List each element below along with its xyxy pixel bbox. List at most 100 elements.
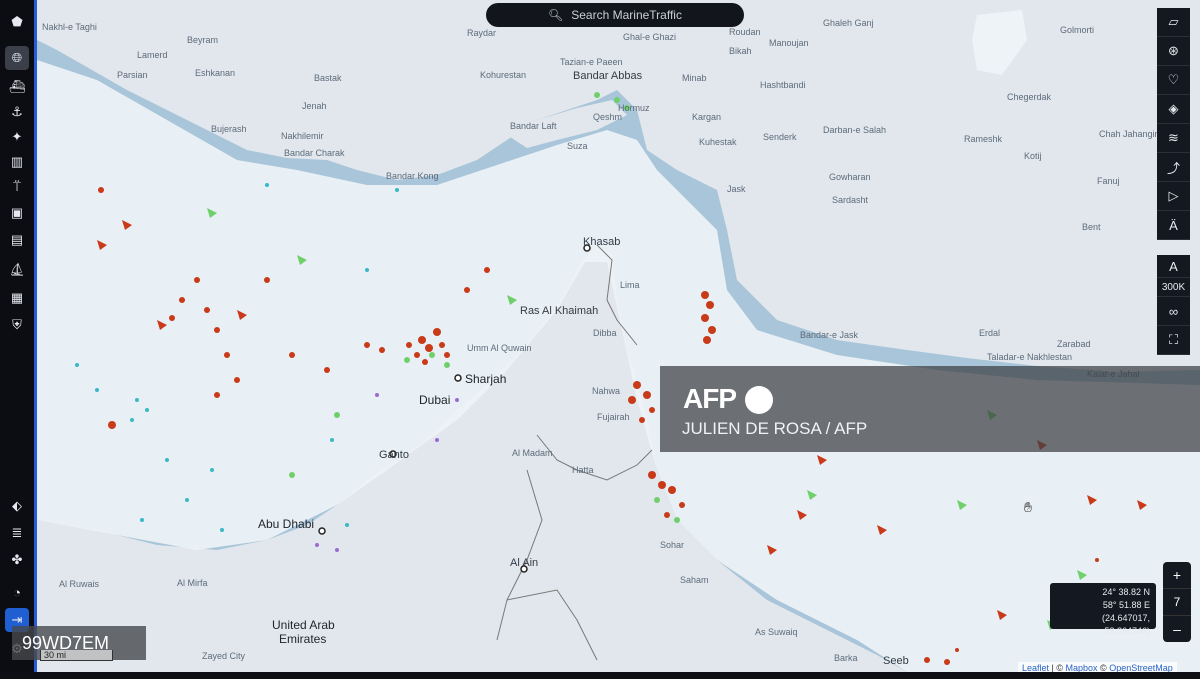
place-label: Al Ain bbox=[510, 557, 539, 569]
place-label: Eshkanan bbox=[195, 68, 236, 78]
place-label: Bandar-e Jask bbox=[800, 330, 859, 340]
place-label: Seeb bbox=[883, 655, 909, 667]
news-icon[interactable]: ▤ bbox=[5, 228, 29, 252]
place-label: Sohar bbox=[660, 540, 685, 550]
tag-icon[interactable]: ⬖ bbox=[5, 494, 29, 518]
ship-icon[interactable]: ⛴︎ bbox=[5, 75, 29, 99]
latitude: 24° 38.82 N bbox=[1102, 587, 1150, 597]
place-label: Qeshm bbox=[593, 112, 623, 122]
place-label: Rameshk bbox=[964, 134, 1003, 144]
place-label: Nakhl-e Taghi bbox=[42, 22, 97, 32]
place-label: Umm Al Quwain bbox=[467, 343, 532, 353]
place-label: Tazian-e Paeen bbox=[560, 57, 623, 67]
place-label: Jenah bbox=[302, 101, 327, 111]
place-label: Bujerash bbox=[211, 124, 247, 134]
vessel-icon[interactable]: ⛵︎ bbox=[5, 258, 29, 282]
place-label: Al Madam bbox=[512, 448, 553, 458]
place-label: Suza bbox=[567, 141, 588, 151]
place-label: Minab bbox=[682, 73, 707, 83]
place-label: Bandar Laft bbox=[510, 121, 557, 131]
map-icon[interactable]: ▱ bbox=[1157, 8, 1190, 37]
place-label: Beyram bbox=[187, 35, 219, 45]
place-label: As Suwaiq bbox=[755, 627, 798, 637]
place-label: Bandar Charak bbox=[284, 148, 345, 158]
place-label: Khasab bbox=[583, 236, 621, 248]
bell-icon[interactable]: ◔ bbox=[5, 580, 29, 604]
wind-icon[interactable]: ≋ bbox=[1157, 124, 1190, 153]
place-label: Ghal-e Ghazi bbox=[623, 32, 677, 42]
search-bar[interactable]: 🔍︎ Search MarineTraffic bbox=[486, 3, 744, 27]
zoom-in-button[interactable]: + bbox=[1163, 562, 1191, 588]
place-label: Nahwa bbox=[592, 386, 621, 396]
coordinate-readout: 24° 38.82 N 58° 51.88 E (24.647017, 58.8… bbox=[1050, 583, 1156, 636]
right-toolbar: ▱ ⊛ ♡ ◈ ≋ ⤴ ▷ Ä bbox=[1157, 8, 1190, 240]
place-label: Kargan bbox=[692, 112, 722, 122]
layers-venn-icon[interactable]: ⊛ bbox=[1157, 37, 1190, 66]
afp-logo-dot bbox=[745, 386, 773, 414]
place-label: Bastak bbox=[314, 73, 342, 83]
place-label: Golmorti bbox=[1060, 25, 1095, 35]
place-label: Chegerdak bbox=[1007, 92, 1052, 102]
place-label: Lima bbox=[620, 280, 640, 290]
logo-icon[interactable]: ⬟ bbox=[5, 10, 29, 34]
infinity-icon[interactable]: ∞ bbox=[1157, 297, 1190, 326]
place-label: Sardasht bbox=[832, 195, 869, 205]
place-label: Hormuz bbox=[618, 103, 650, 113]
place-label: Gowharan bbox=[829, 172, 871, 182]
place-label: Hatta bbox=[572, 465, 594, 475]
text-size-icon[interactable]: Ä bbox=[1157, 211, 1190, 240]
place-label: Kuhestak bbox=[699, 137, 737, 147]
shield-icon[interactable]: ⛨ bbox=[5, 313, 29, 337]
place-label: Dubai bbox=[419, 393, 451, 407]
place-label: Zarabad bbox=[1057, 339, 1091, 349]
place-label: Darban-e Salah bbox=[823, 125, 887, 135]
place-label: Bandar Abbas bbox=[573, 70, 643, 82]
place-label: Erdal bbox=[979, 328, 1001, 338]
search-placeholder: Search MarineTraffic bbox=[571, 8, 682, 22]
lighthouse-icon[interactable]: ✦ bbox=[5, 125, 29, 149]
zoom-control: + 7 – bbox=[1163, 562, 1191, 642]
place-label: Taladar-e Nakhlestan bbox=[987, 352, 1073, 362]
zoom-out-button[interactable]: – bbox=[1163, 616, 1191, 642]
image-icon[interactable]: ▣ bbox=[5, 201, 29, 225]
place-label: Saham bbox=[680, 575, 709, 585]
barcode-icon[interactable]: ▦ bbox=[5, 286, 29, 310]
place-label: Fanuj bbox=[1097, 176, 1120, 186]
bottom-bezel bbox=[0, 672, 1200, 679]
stack-icon[interactable]: ◈ bbox=[1157, 95, 1190, 124]
play-icon[interactable]: ▷ bbox=[1157, 182, 1190, 211]
anchor-icon[interactable]: ⚓︎ bbox=[5, 100, 29, 124]
place-label: Lamerd bbox=[137, 50, 168, 60]
place-label: Hashtbandi bbox=[760, 80, 806, 90]
place-label: Kohurestan bbox=[480, 70, 527, 80]
heart-icon[interactable]: ♡ bbox=[1157, 66, 1190, 95]
route-icon[interactable]: ⤴ bbox=[1157, 153, 1190, 182]
place-label: Jask bbox=[727, 184, 746, 194]
scale-value: 300K bbox=[1157, 278, 1190, 297]
network-icon[interactable]: ✤ bbox=[5, 548, 29, 572]
afp-logo: AFP bbox=[683, 383, 737, 414]
photo-credit: JULIEN DE ROSA / AFP bbox=[682, 419, 868, 438]
place-label: Raydar bbox=[467, 28, 497, 38]
place-label: Senderk bbox=[763, 132, 797, 142]
place-label: Bent bbox=[1082, 222, 1101, 232]
place-label: Kotij bbox=[1024, 151, 1042, 161]
building-icon[interactable]: ▥ bbox=[5, 150, 29, 174]
left-sidebar: ⬟ 🌐︎ ⛴︎ ⚓︎ ✦ ▥ ⍡ ▣ ▤ ⛵︎ ▦ ⛨ ⬖ ≣ ✤ ◔ ⇥ ⚙︎ bbox=[0, 0, 37, 679]
place-label: Ras Al Khaimah bbox=[520, 305, 599, 317]
fullscreen-icon[interactable]: ⛶ bbox=[1157, 326, 1190, 355]
place-label: Barka bbox=[834, 653, 858, 663]
database-icon[interactable]: ≣ bbox=[5, 521, 29, 545]
antenna-icon[interactable]: ⍡ bbox=[5, 175, 29, 199]
longitude: 58° 51.88 E bbox=[1102, 600, 1150, 610]
place-label: Chah Jahangir bbox=[1099, 129, 1158, 139]
decimal-coordinates: (24.647017, 58.864746) bbox=[1101, 613, 1150, 636]
place-label: United Arab bbox=[272, 618, 335, 632]
place-label: Fujairah bbox=[597, 412, 630, 422]
north-icon[interactable]: A bbox=[1157, 255, 1190, 278]
place-label: Emirates bbox=[279, 632, 327, 646]
globe-icon[interactable]: 🌐︎ bbox=[5, 46, 29, 70]
place-label: Manoujan bbox=[769, 38, 809, 48]
map-canvas[interactable]: Nakhl-e Taghi Beyram Lamerd Parsian Eshkanan… bbox=[37, 0, 1200, 672]
place-label: Sharjah bbox=[465, 372, 507, 386]
